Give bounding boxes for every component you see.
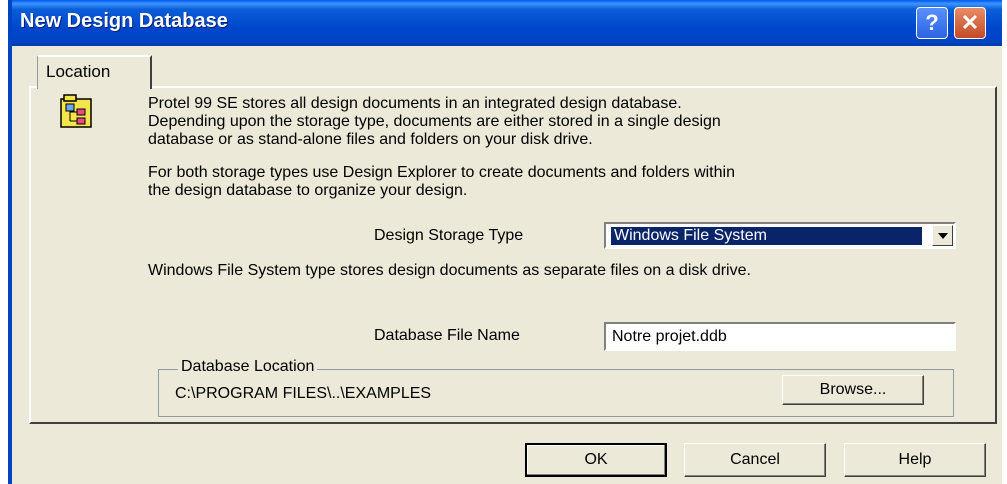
file-name-label: Database File Name — [374, 327, 520, 344]
file-name-input[interactable]: Notre projet.ddb — [604, 322, 956, 351]
storage-type-note: Windows File System type stores design d… — [148, 262, 751, 279]
chevron-down-icon — [938, 233, 948, 239]
title-bar[interactable]: New Design Database ? ✕ — [8, 0, 1002, 46]
description-line-3: database or as stand-alone files and fol… — [148, 131, 593, 148]
description-line-2: Depending upon the storage type, documen… — [148, 113, 721, 130]
design-database-icon — [60, 93, 94, 134]
cancel-button[interactable]: Cancel — [684, 443, 826, 477]
close-button[interactable]: ✕ — [954, 7, 986, 39]
database-location-label: Database Location — [178, 358, 318, 376]
tab-location-label: Location — [46, 62, 111, 81]
description-line-1: Protel 99 SE stores all design documents… — [148, 95, 682, 112]
browse-button[interactable]: Browse... — [782, 375, 924, 405]
database-location-path: C:\PROGRAM FILES\..\EXAMPLES — [175, 385, 432, 402]
description-line-4: For both storage types use Design Explor… — [148, 164, 735, 181]
dialog-window: New Design Database ? ✕ Location Protel … — [8, 0, 1002, 484]
storage-type-value: Windows File System — [611, 227, 922, 245]
storage-type-label: Design Storage Type — [374, 227, 524, 244]
description-line-5: the design database to organize your des… — [148, 182, 468, 199]
window-frame — [8, 0, 12, 484]
tab-location[interactable]: Location — [37, 55, 152, 89]
window-title: New Design Database — [20, 10, 228, 32]
storage-type-select[interactable]: Windows File System — [604, 222, 956, 249]
ok-button[interactable]: OK — [525, 443, 667, 477]
help-button[interactable]: Help — [844, 443, 986, 477]
dropdown-arrow-button[interactable] — [932, 225, 953, 246]
help-title-button[interactable]: ? — [916, 7, 948, 39]
